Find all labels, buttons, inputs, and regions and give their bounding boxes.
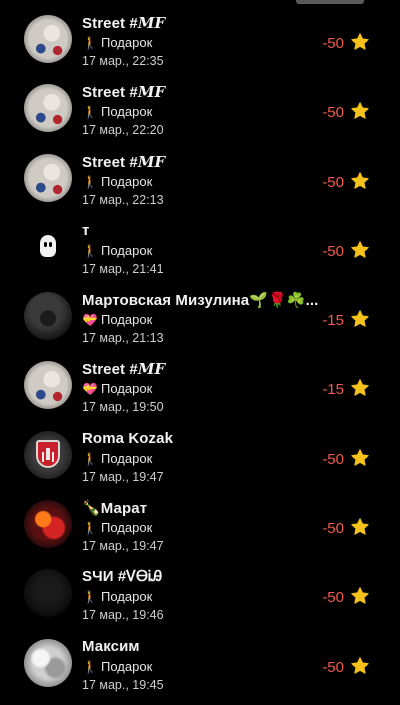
transaction-time: 17 мар., 22:35 [82, 54, 164, 68]
sender-name: 🍾Марат [82, 500, 148, 518]
gift-icon: 🚶 [82, 174, 98, 189]
transaction-type: 💝 Подарок [82, 312, 153, 328]
sender-name: Street #MF [82, 152, 166, 171]
sender-name: Street #MF [82, 360, 166, 379]
user-avatar[interactable] [24, 222, 72, 271]
transaction-time: 17 мар., 19:50 [82, 400, 164, 415]
transaction-type: 🚶 Подарок [82, 35, 153, 50]
transaction-time: 17 мар., 21:13 [82, 331, 164, 346]
sender-name: Мартовская Мизулина🌱🌹☘️... [82, 292, 319, 310]
transaction-row[interactable]: Street #MF 🚶 Подарок 17 мар., 22:35 -50 [0, 0, 400, 69]
star-amount: -50 [322, 104, 344, 122]
star-amount: -50 [322, 658, 344, 676]
sender-name: Roma Kozak [82, 429, 174, 447]
gift-icon: 🚶 [82, 243, 98, 258]
transaction-row[interactable]: Roma Kozak 🚶 Подарок 17 мар., 19:47 -50 [0, 416, 400, 485]
star-icon [351, 102, 369, 119]
star-icon [351, 33, 369, 50]
ghost-icon [40, 234, 56, 257]
star-amount: -50 [322, 520, 344, 538]
transaction-time: 17 мар., 19:47 [82, 539, 164, 554]
gift-icon: 🚶 [82, 451, 98, 466]
transaction-type: 💝 Подарок [82, 381, 153, 397]
gift-icon: 🚶 [82, 36, 98, 50]
star-amount: -50 [322, 242, 344, 260]
star-icon [351, 449, 369, 466]
transaction-type: 🚶 Подарок [82, 450, 153, 466]
transaction-time: 17 мар., 22:13 [82, 192, 164, 207]
star-icon [351, 518, 369, 535]
star-icon [351, 587, 369, 605]
transaction-row[interactable]: ЅЧИ #ᏙᎾᎥᎯ 🚶 Подарок 17 мар., 19:46 -50 [0, 554, 400, 623]
heart-gift-icon: 💝 [82, 382, 98, 397]
transaction-type: 🚶 Подарок [82, 104, 153, 120]
user-avatar[interactable] [24, 430, 72, 479]
user-avatar[interactable] [24, 84, 72, 133]
star-icon [351, 241, 369, 258]
sender-name: Street #MF [82, 14, 166, 32]
user-avatar[interactable] [24, 361, 72, 410]
transaction-time: 17 мар., 19:46 [82, 608, 164, 623]
transaction-time: 17 мар., 19:47 [82, 469, 164, 484]
user-avatar[interactable] [24, 638, 72, 687]
transaction-time: 17 мар., 19:45 [82, 677, 164, 692]
shield-icon [36, 439, 60, 468]
transaction-row[interactable]: Street #MF 🚶 Подарок 17 мар., 22:20 -50 [0, 69, 400, 138]
gift-icon: 🚶 [82, 105, 98, 120]
heart-gift-icon: 💝 [82, 313, 98, 328]
star-amount: -50 [322, 173, 344, 191]
transaction-list: Street #MF 🚶 Подарок 17 мар., 22:35 -50 S… [0, 0, 400, 693]
star-amount: -50 [322, 35, 344, 52]
gift-icon: 🚶 [82, 659, 98, 674]
transaction-row[interactable]: Мартовская Мизулина🌱🌹☘️... 💝 Подарок 17 м… [0, 277, 400, 346]
transaction-type: 🚶 Подарок [82, 589, 153, 605]
star-icon [351, 379, 369, 397]
transaction-type: 🚶 Подарок [82, 242, 153, 258]
gift-icon: 🚶 [82, 590, 98, 605]
sender-name: ЅЧИ #ᏙᎾᎥᎯ [82, 568, 163, 586]
sender-name: Street #MF [82, 83, 166, 102]
transaction-row[interactable]: Street #MF 💝 Подарок 17 мар., 19:50 -15 [0, 346, 400, 415]
star-amount: -15 [322, 312, 344, 330]
transaction-row[interactable]: Максим 🚶 Подарок 17 мар., 19:45 -50 [0, 624, 400, 693]
transaction-time: 17 мар., 22:20 [82, 123, 164, 138]
star-icon [351, 310, 369, 327]
sender-name: т [82, 221, 90, 239]
transaction-row[interactable]: Street #MF 🚶 Подарок 17 мар., 22:13 -50 [0, 139, 400, 208]
star-amount: -50 [322, 450, 344, 468]
user-avatar[interactable] [24, 292, 72, 341]
user-avatar[interactable] [24, 15, 72, 63]
gift-icon: 🚶 [82, 521, 98, 536]
user-avatar[interactable] [24, 569, 72, 618]
transaction-row[interactable]: т 🚶 Подарок 17 мар., 21:41 -50 [0, 208, 400, 277]
star-amount: -15 [322, 381, 344, 399]
transaction-type: 🚶 Подарок [82, 520, 153, 536]
user-avatar[interactable] [24, 153, 72, 202]
star-icon [351, 171, 369, 189]
transaction-type: 🚶 Подарок [82, 658, 153, 674]
transaction-row[interactable]: 🍾Марат 🚶 Подарок 17 мар., 19:47 -50 [0, 485, 400, 554]
star-amount: -50 [322, 589, 344, 607]
user-avatar[interactable] [24, 500, 72, 549]
sender-name: Максим [82, 637, 140, 655]
transaction-time: 17 мар., 21:41 [82, 261, 164, 276]
star-icon [351, 656, 369, 674]
transaction-type: 🚶 Подарок [82, 173, 153, 189]
